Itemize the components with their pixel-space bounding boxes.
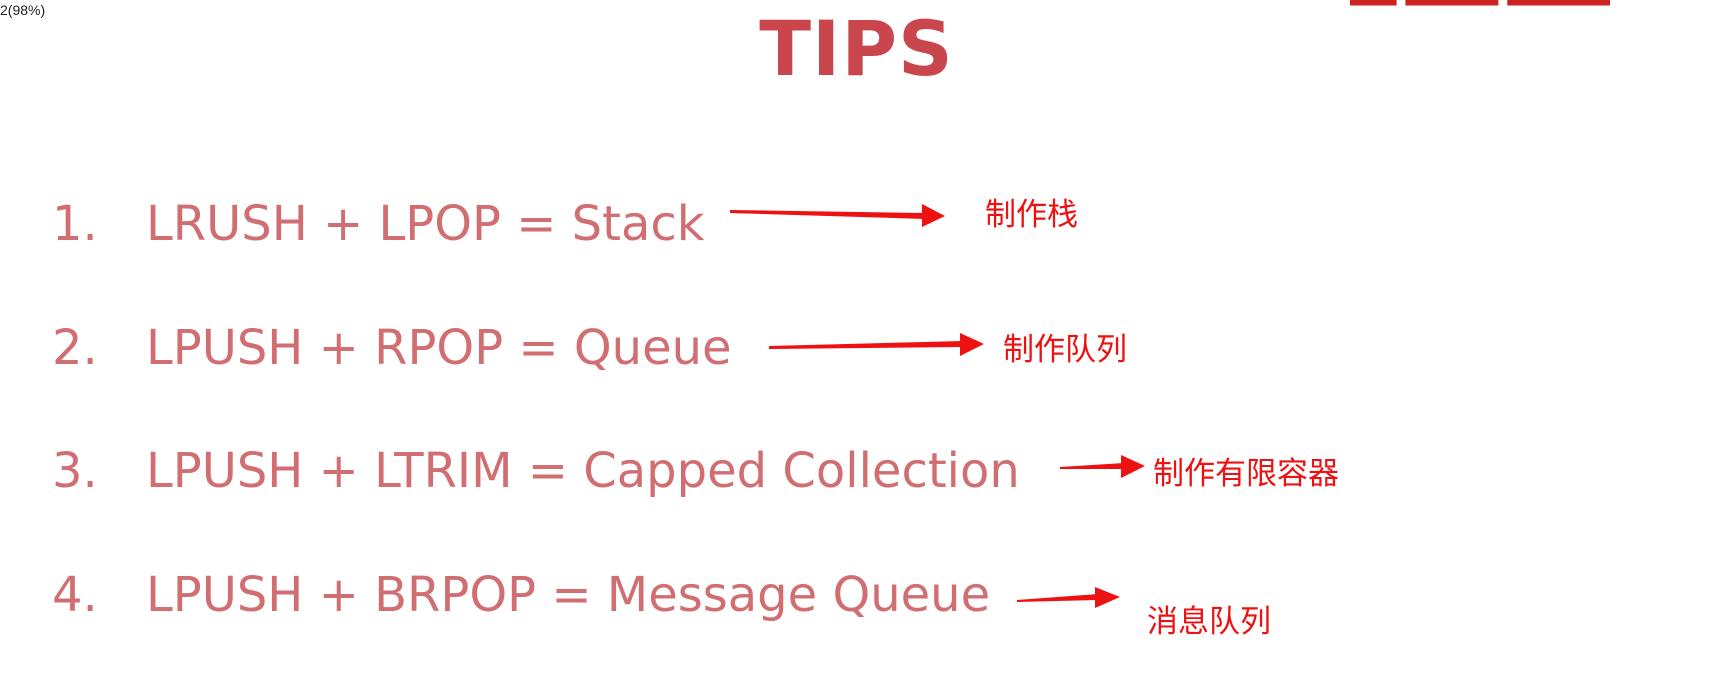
cropped-annotation-fragment: ▂▃ ▂▂▃▂ ▂▃▂▂▂▌ bbox=[1350, 0, 1610, 6]
tip-text-3: LPUSH + LTRIM = Capped Collection bbox=[146, 443, 1020, 499]
annotation-label-1: 制作栈 bbox=[985, 197, 1078, 233]
tip-number-4: 4. bbox=[52, 567, 98, 623]
tip-text-4: LPUSH + BRPOP = Message Queue bbox=[146, 567, 991, 623]
tip-number-1: 1. bbox=[52, 196, 98, 252]
arrow-icon-4 bbox=[1017, 587, 1120, 608]
arrow-icon-1 bbox=[730, 204, 945, 227]
annotation-label-2: 制作队列 bbox=[1003, 332, 1127, 368]
tip-text-1: LRUSH + LPOP = Stack bbox=[146, 196, 705, 252]
annotation-label-4: 消息队列 bbox=[1147, 604, 1271, 640]
tip-number-2: 2. bbox=[52, 320, 98, 376]
arrow-icon-2 bbox=[769, 333, 984, 356]
tip-text-2: LPUSH + RPOP = Queue bbox=[146, 320, 732, 376]
slide-title: TIPS bbox=[759, 4, 954, 93]
tip-number-3: 3. bbox=[52, 443, 98, 499]
annotation-label-3: 制作有限容器 bbox=[1153, 456, 1339, 492]
slide-page: 2(98%) ▂▃ ▂▂▃▂ ▂▃▂▂▂▌ TIPS 1. LRUSH + LP… bbox=[0, 0, 1713, 693]
arrow-icon-3 bbox=[1060, 455, 1145, 478]
